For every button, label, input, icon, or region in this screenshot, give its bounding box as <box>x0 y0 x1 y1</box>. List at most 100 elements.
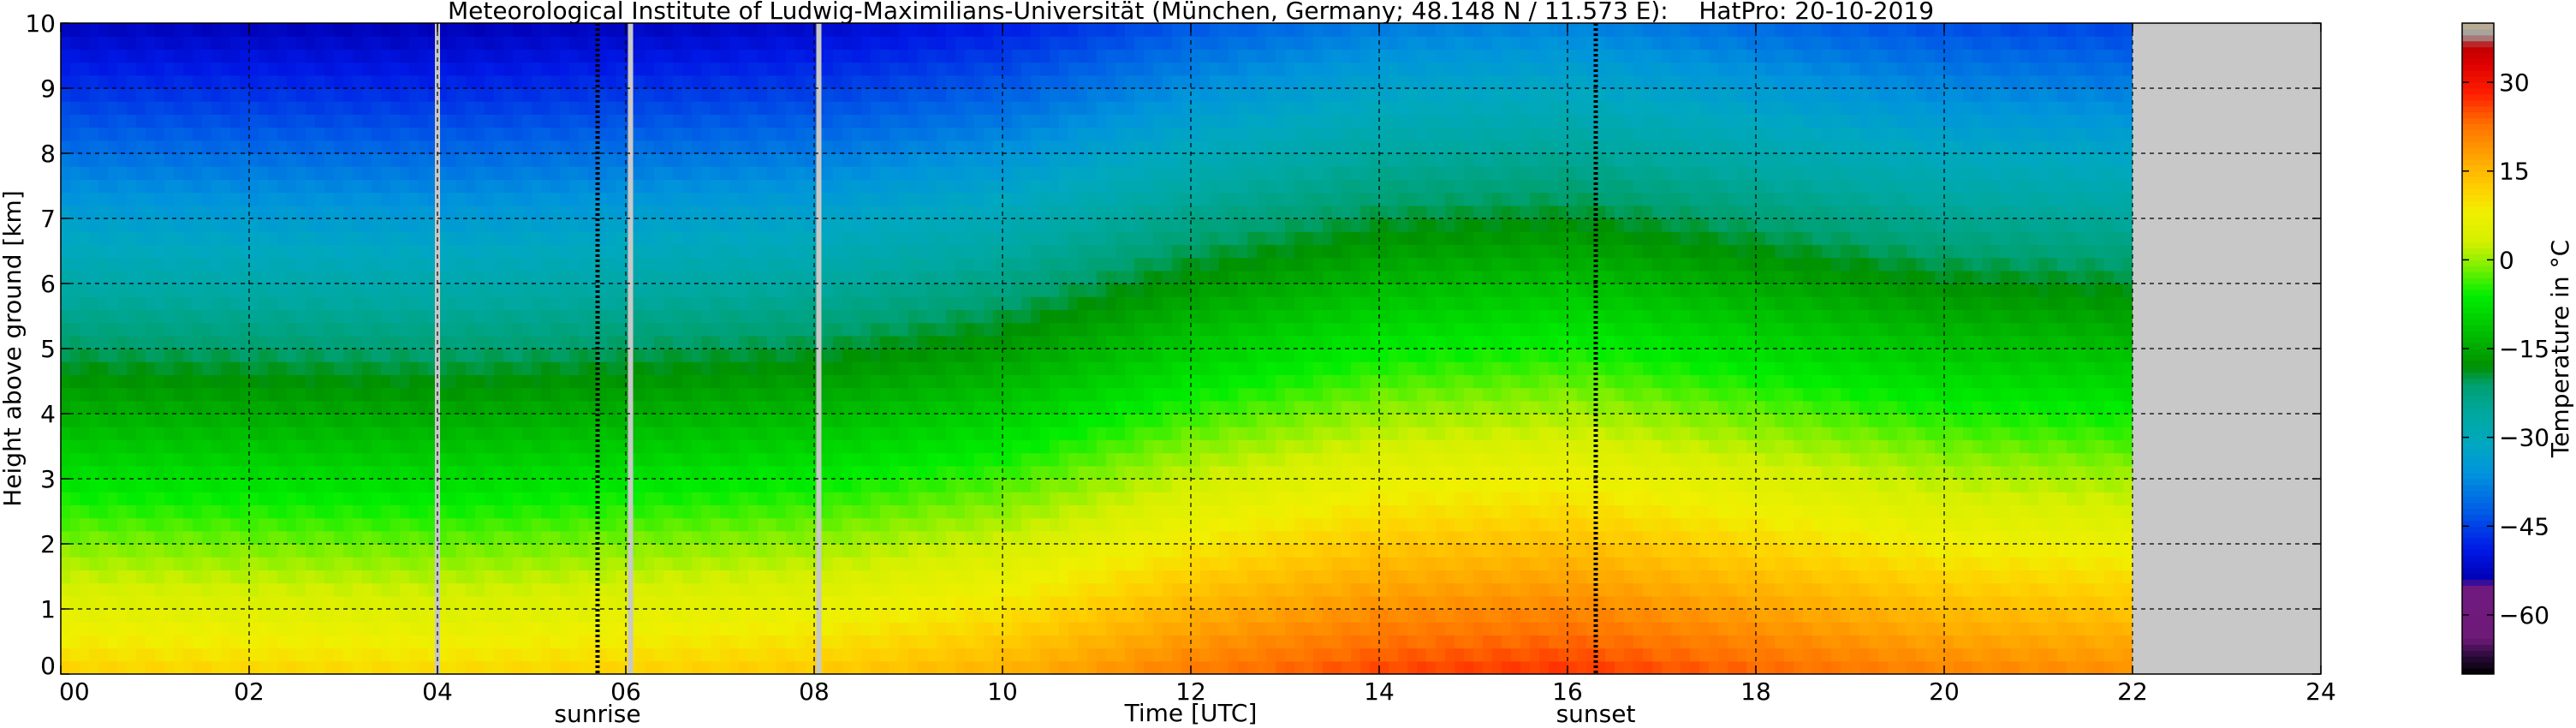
heatmap-cell <box>70 179 80 194</box>
heatmap-cell <box>324 517 335 532</box>
heatmap-cell <box>805 114 815 128</box>
heatmap-cell <box>400 36 410 50</box>
heatmap-cell <box>889 205 900 219</box>
heatmap-cell <box>324 88 335 102</box>
heatmap-cell <box>296 218 306 232</box>
heatmap-cell <box>146 439 156 454</box>
heatmap-cell <box>494 361 504 375</box>
heatmap-cell <box>108 609 118 623</box>
heatmap-cell <box>193 179 203 194</box>
heatmap-cell <box>70 23 80 37</box>
heatmap-cell <box>136 400 146 415</box>
heatmap-cell <box>306 322 316 337</box>
heatmap-cell <box>494 166 504 180</box>
heatmap-cell <box>202 427 212 440</box>
heatmap-cell <box>758 49 768 63</box>
heatmap-cell <box>164 647 175 662</box>
heatmap-cell <box>202 88 212 102</box>
heatmap-cell <box>98 349 109 362</box>
heatmap-cell <box>221 452 231 467</box>
heatmap-cell <box>607 257 617 272</box>
heatmap-cell <box>739 36 749 50</box>
heatmap-cell <box>324 361 335 375</box>
heatmap-cell <box>372 231 382 245</box>
heatmap-cell <box>852 244 862 259</box>
heatmap-cell <box>400 414 410 427</box>
heatmap-cell <box>720 49 730 63</box>
heatmap-cell <box>861 62 872 76</box>
heatmap-cell <box>240 414 250 427</box>
heatmap-cell <box>758 660 768 674</box>
heatmap-cell <box>277 427 288 440</box>
heatmap-cell <box>880 192 890 206</box>
heatmap-cell <box>645 504 655 519</box>
heatmap-cell <box>249 400 259 415</box>
heatmap-cell <box>842 127 853 141</box>
heatmap-cell <box>362 387 372 402</box>
heatmap-cell <box>381 582 391 597</box>
heatmap-cell <box>645 88 655 102</box>
heatmap-cell <box>946 439 956 454</box>
heatmap-cell <box>306 49 316 63</box>
heatmap-cell <box>889 465 900 480</box>
heatmap-cell <box>739 635 749 649</box>
heatmap-cell <box>306 582 316 597</box>
heatmap-cell <box>758 75 768 89</box>
heatmap-cell <box>918 322 928 337</box>
heatmap-cell <box>381 647 391 662</box>
heatmap-cell <box>955 166 966 180</box>
heatmap-cell <box>466 557 476 570</box>
heatmap-cell <box>277 114 288 128</box>
heatmap-cell <box>993 179 1003 194</box>
heatmap-cell <box>550 544 561 558</box>
heatmap-cell <box>767 530 777 545</box>
heatmap-cell <box>485 75 495 89</box>
heatmap-cell <box>447 504 457 519</box>
heatmap-cell <box>805 101 815 115</box>
heatmap-cell <box>164 479 175 492</box>
heatmap-cell <box>758 257 768 272</box>
heatmap-cell <box>993 504 1003 519</box>
heatmap-cell <box>61 101 71 115</box>
heatmap-cell <box>127 660 137 674</box>
heatmap-cell <box>541 660 551 674</box>
heatmap-cell <box>645 296 655 310</box>
heatmap-cell <box>663 427 674 440</box>
heatmap-cell <box>211 374 222 389</box>
heatmap-cell <box>635 582 645 597</box>
heatmap-cell <box>268 414 278 427</box>
heatmap-cell <box>701 244 711 259</box>
heatmap-cell <box>729 439 740 454</box>
heatmap-cell <box>758 244 768 259</box>
heatmap-cell <box>824 335 834 349</box>
heatmap-cell <box>296 647 306 662</box>
heatmap-cell <box>117 349 128 362</box>
heatmap-cell <box>353 492 363 505</box>
heatmap-cell <box>729 504 740 519</box>
heatmap-cell <box>334 257 344 272</box>
heatmap-cell <box>833 244 843 259</box>
heatmap-cell <box>616 609 627 623</box>
heatmap-cell <box>419 114 429 128</box>
heatmap-cell <box>645 205 655 219</box>
heatmap-cell <box>202 635 212 649</box>
heatmap-cell <box>466 622 476 636</box>
heatmap-cell <box>852 335 862 349</box>
heatmap-cell <box>965 544 975 558</box>
heatmap-cell <box>80 127 90 141</box>
heatmap-cell <box>720 23 730 37</box>
heatmap-cell <box>842 335 853 349</box>
heatmap-cell <box>456 231 467 245</box>
heatmap-cell <box>861 465 872 480</box>
heatmap-cell <box>701 361 711 375</box>
heatmap-cell <box>259 23 269 37</box>
heatmap-cell <box>89 322 99 337</box>
heatmap-cell <box>880 88 890 102</box>
heatmap-cell <box>503 88 514 102</box>
heatmap-cell <box>861 153 872 167</box>
heatmap-cell <box>372 101 382 115</box>
heatmap-cell <box>569 427 580 440</box>
heatmap-cell <box>880 153 890 167</box>
heatmap-cell <box>842 349 853 362</box>
heatmap-cell <box>569 465 580 480</box>
